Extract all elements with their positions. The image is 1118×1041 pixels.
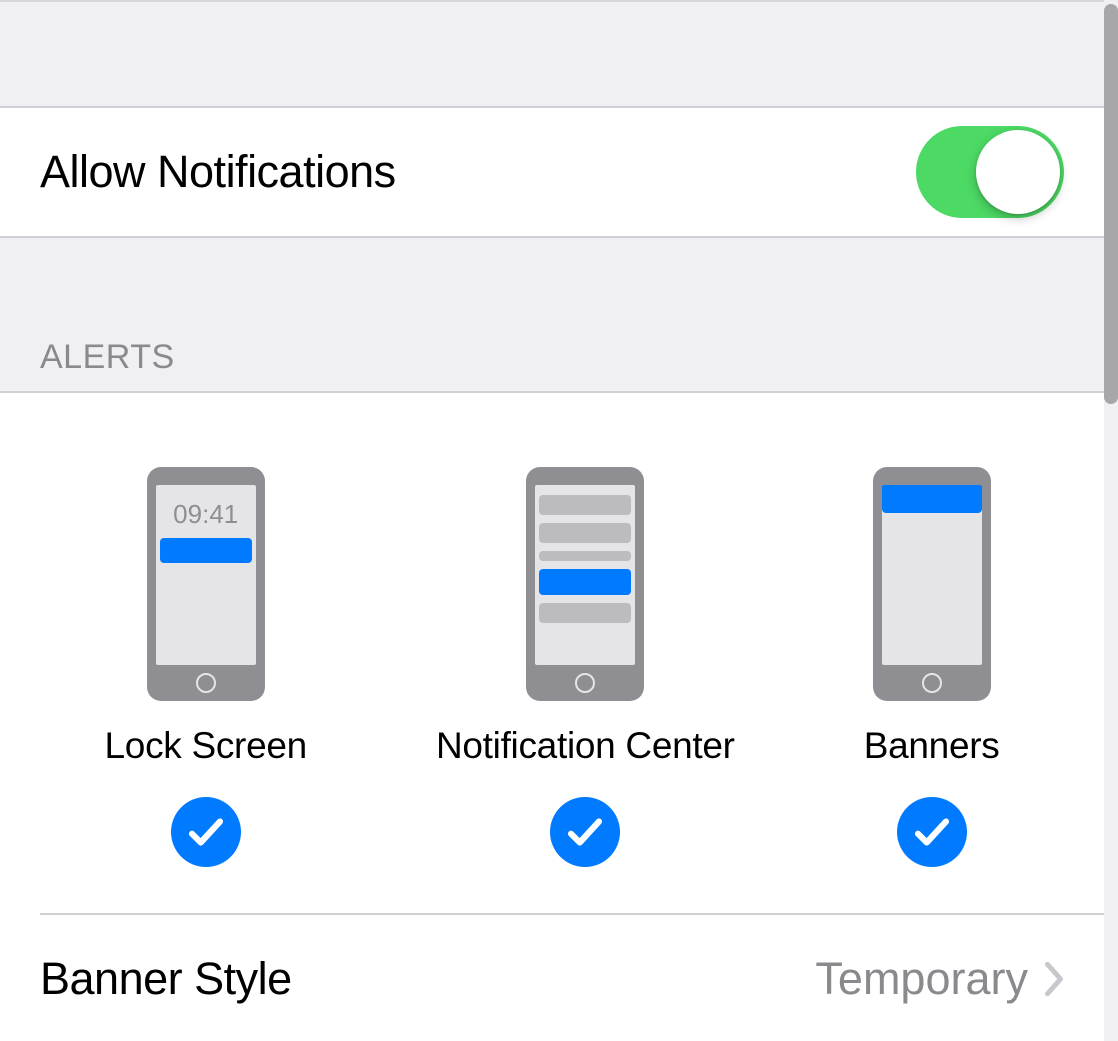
toggle-knob xyxy=(976,130,1060,214)
allow-notifications-label: Allow Notifications xyxy=(40,146,396,198)
allow-notifications-toggle[interactable] xyxy=(916,126,1064,218)
scrollbar[interactable] xyxy=(1104,4,1118,404)
banner-style-value: Temporary xyxy=(815,953,1028,1005)
notification-center-icon xyxy=(526,467,644,701)
banner-style-row[interactable]: Banner Style Temporary xyxy=(0,915,1104,1041)
allow-notifications-row: Allow Notifications xyxy=(0,108,1104,238)
lock-screen-notification-bar xyxy=(160,538,252,563)
alert-option-lock-screen[interactable]: 09:41 Lock Screen xyxy=(105,467,307,867)
checkmark-icon xyxy=(550,797,620,867)
chevron-right-icon xyxy=(1044,961,1064,997)
banners-icon xyxy=(873,467,991,701)
home-button-icon xyxy=(196,673,216,693)
checkmark-icon xyxy=(171,797,241,867)
home-button-icon xyxy=(575,673,595,693)
alert-label: Notification Center xyxy=(436,725,735,767)
alert-option-notification-center[interactable]: Notification Center xyxy=(436,467,735,867)
alerts-section-header: ALERTS xyxy=(0,238,1104,393)
top-spacer xyxy=(0,0,1104,108)
lock-screen-time: 09:41 xyxy=(173,499,238,530)
alert-option-banners[interactable]: Banners xyxy=(864,467,1000,867)
checkmark-icon xyxy=(897,797,967,867)
home-button-icon xyxy=(922,673,942,693)
alert-label: Banners xyxy=(864,725,1000,767)
alerts-panel: 09:41 Lock Screen xyxy=(0,393,1104,913)
lock-screen-icon: 09:41 xyxy=(147,467,265,701)
banner-style-label: Banner Style xyxy=(40,953,292,1005)
alert-label: Lock Screen xyxy=(105,725,307,767)
